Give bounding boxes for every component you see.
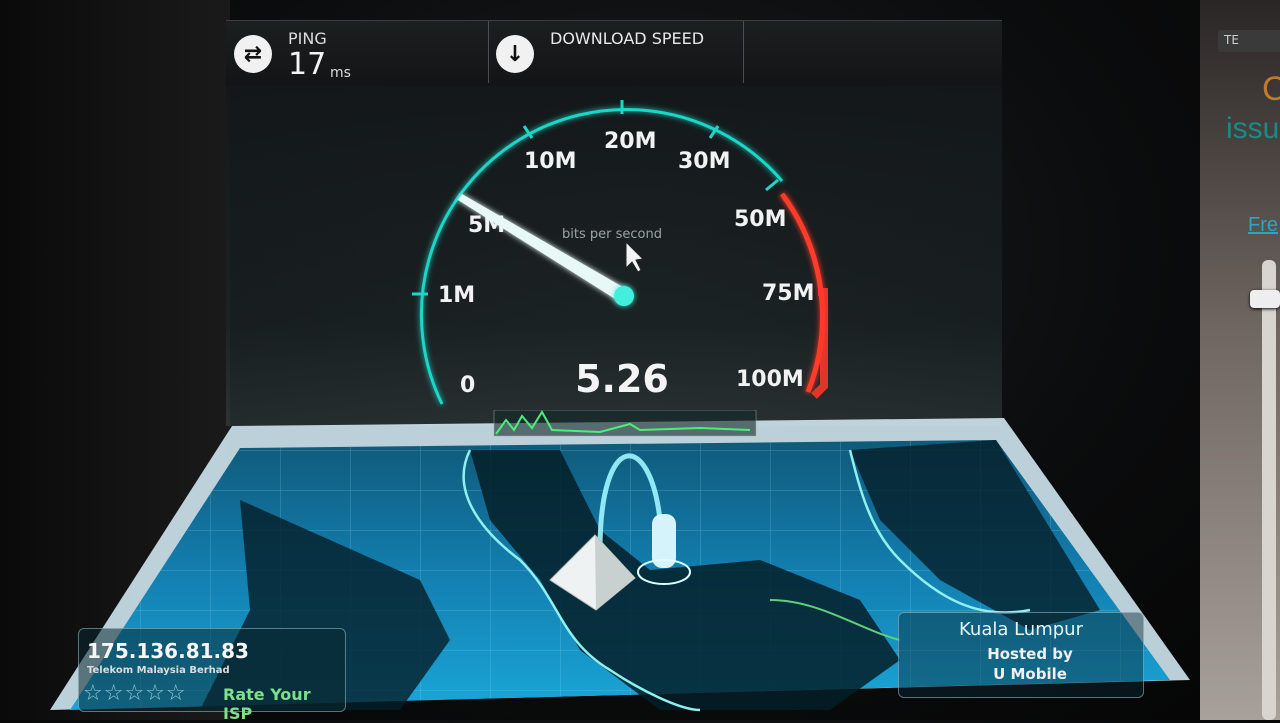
side-link[interactable]: Fre [1248,214,1278,237]
gauge-label-100m: 100M [736,367,804,392]
gauge-label-1m: 1M [438,283,475,308]
gauge-label-50m: 50M [734,207,787,232]
rate-isp-link[interactable]: Rate Your ISP [223,685,345,723]
server-info-panel: Kuala Lumpur Hosted by U Mobile [898,612,1144,698]
side-tab[interactable]: TE [1218,30,1280,52]
gauge-tick [765,178,779,192]
gauge-label-75m: 75M [762,281,815,306]
download-speed-value: 5.26 [575,357,669,401]
gauge-unit-caption: bits per second [562,227,662,242]
speed-history-graph [493,410,757,437]
client-info-panel: 175.136.81.83 Telekom Malaysia Berhad ☆☆… [78,628,346,723]
side-scroll-thumb[interactable] [1250,290,1280,308]
side-word: issu [1226,112,1280,145]
mouse-cursor-icon [625,240,645,273]
side-scrollbar[interactable] [1262,260,1276,720]
host-isp: U Mobile [993,665,1067,683]
gauge-label-20m: 20M [604,129,657,154]
speed-gauge: 0 1M 5M 10M 20M 30M 50M 75M 100M bits pe… [412,100,828,405]
side-webpage-panel: TE C issu Fre [1200,0,1280,720]
gauge-needle [458,194,628,302]
client-marker-icon [652,514,676,568]
download-icon: ↓ [496,35,534,73]
gauge-label-10m: 10M [524,149,577,174]
header-divider [488,21,489,83]
client-isp: Telekom Malaysia Berhad [87,665,230,676]
rating-stars[interactable]: ☆☆☆☆☆ [83,681,187,706]
hosted-by-label: Hosted by [987,645,1073,663]
side-letter: C [1262,70,1280,108]
ping-label: PING [288,29,327,48]
header-divider [743,21,744,83]
gauge-hub [614,286,634,306]
server-city: Kuala Lumpur [959,619,1083,640]
results-header: ⇄ PING 17 ms ↓ DOWNLOAD SPEED [226,20,1002,87]
ping-icon: ⇄ [234,35,272,73]
speed-gauge-panel: 0 1M 5M 10M 20M 30M 50M 75M 100M bits pe… [226,86,1002,426]
gauge-label-30m: 30M [678,149,731,174]
gauge-label-0: 0 [460,373,475,398]
ping-unit: ms [330,65,351,81]
ping-value: 17 [288,47,327,82]
download-label: DOWNLOAD SPEED [550,29,705,48]
client-ip: 175.136.81.83 [87,639,249,663]
